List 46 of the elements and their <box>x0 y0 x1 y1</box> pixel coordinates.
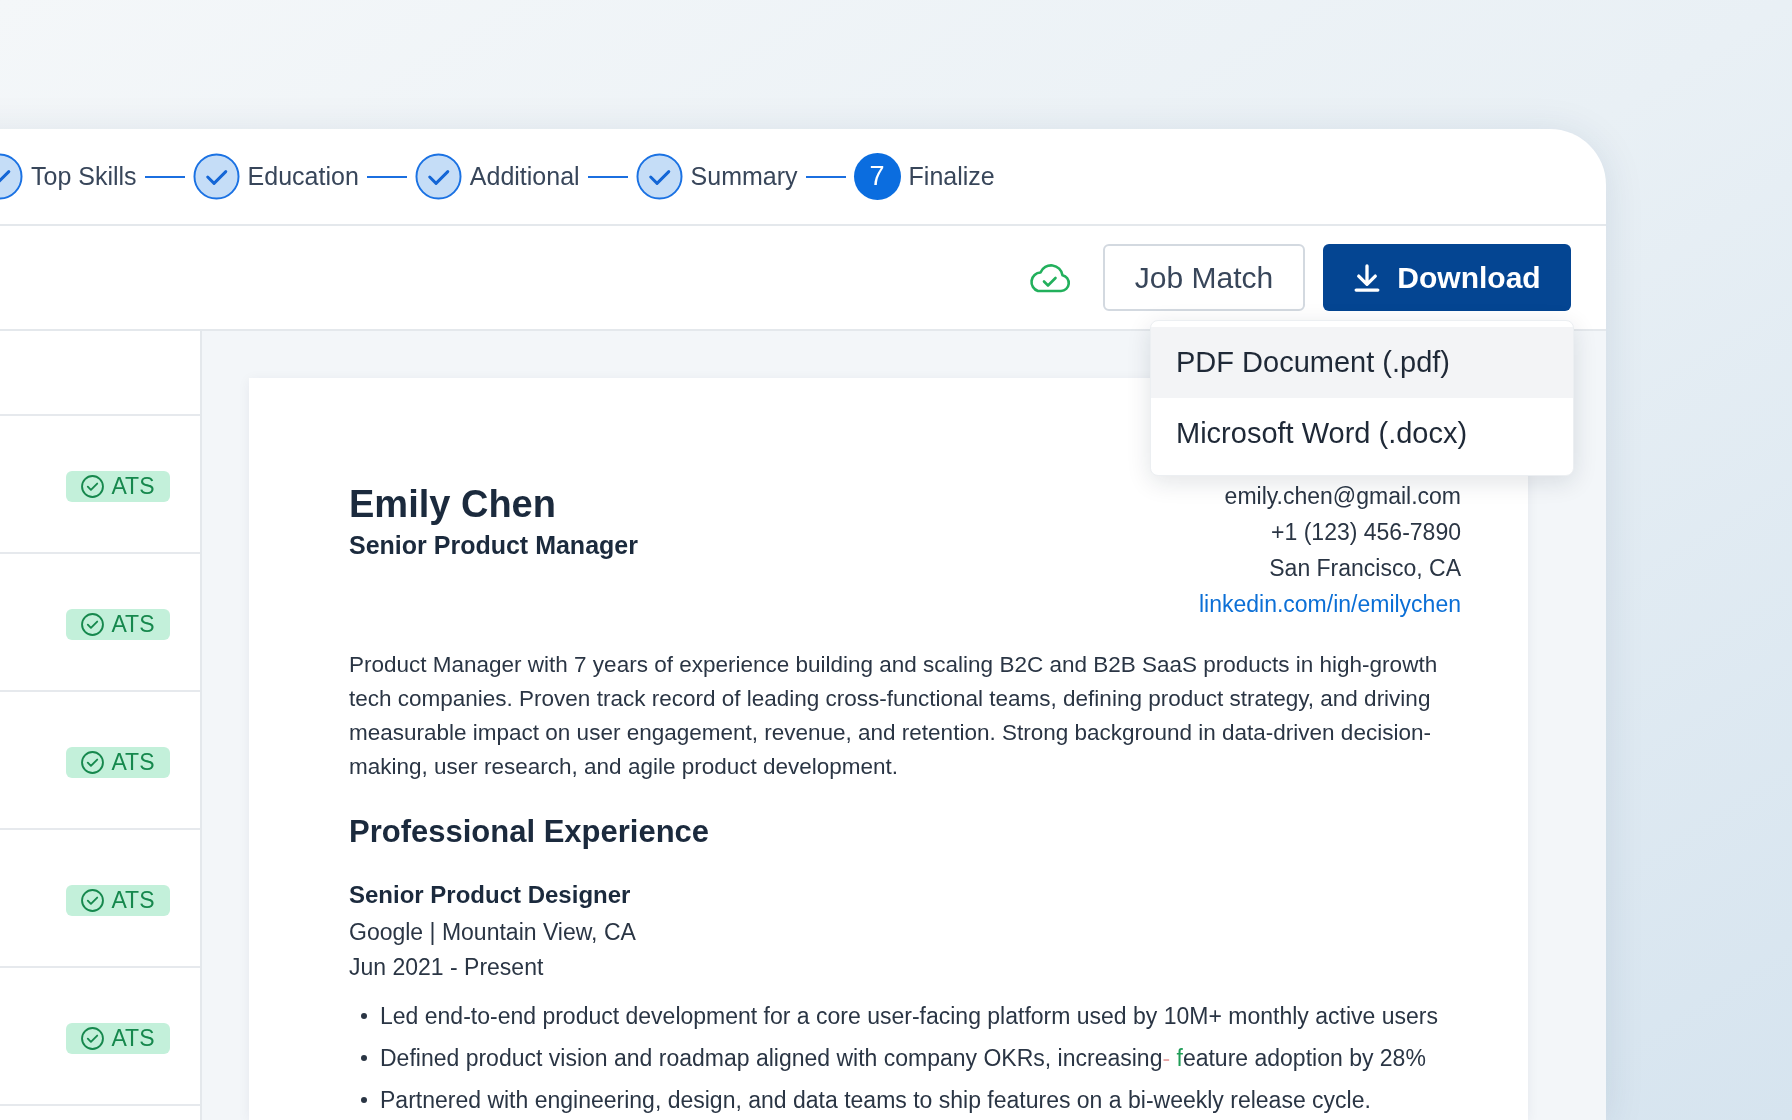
badge-label: ATS <box>111 1026 155 1050</box>
step-connector <box>144 175 185 178</box>
step-check-icon[interactable] <box>192 153 240 200</box>
contact-text: emily.chen@gmail.com <box>1224 482 1461 511</box>
step-connector <box>366 175 407 178</box>
summary-paragraph: Product Manager with 7 years of experience building and scaling B2C and B2B SaaS products in high-growth tech companies. Proven track record of leading cross-functional teams, defining product strategy, and driving measurable impact on user engagement, revenue, and retention. Strong background in data-driven decision-making, user research, and agile product development. <box>349 651 1439 781</box>
bullet-icon <box>361 1055 367 1061</box>
job-dates: Jun 2021 - Present <box>349 953 545 982</box>
step-label[interactable]: Finalize <box>908 157 995 196</box>
step-label[interactable]: Education <box>247 157 359 196</box>
cloud-check-icon <box>1028 261 1072 294</box>
badge-label: ATS <box>111 474 155 498</box>
bullet-icon <box>361 1013 367 1019</box>
company-location: Google | Mountain View, CA <box>349 918 637 947</box>
bullet-icon <box>361 1097 367 1103</box>
section-heading: Professional Experience <box>349 813 711 851</box>
menu-item[interactable]: Microsoft Word (.docx) <box>1151 398 1573 469</box>
check-circle-icon <box>81 888 105 912</box>
profile-link[interactable]: linkedin.com/in/emilychen <box>1198 586 1461 622</box>
check-circle-icon <box>81 612 105 636</box>
bullet-text: Led end-to-end product development for a core user-facing platform used by 10M+ monthly active users <box>380 1002 1438 1031</box>
step-label[interactable]: Top Skills <box>31 157 137 196</box>
step-check-icon[interactable] <box>414 153 462 200</box>
contact-text: +1 (123) 456-7890 <box>1271 518 1461 547</box>
check-circle-icon <box>81 750 105 774</box>
badge-label: ATS <box>111 750 155 774</box>
menu-item[interactable]: PDF Document (.pdf) <box>1151 327 1573 398</box>
resume-name: Emily Chen <box>349 482 557 526</box>
step-number[interactable]: 7 <box>853 153 901 200</box>
bullet-text: Partnered with engineering, design, and data teams to ship features on a bi-weekly release cycle. <box>380 1086 1371 1115</box>
job-match-button[interactable]: Job Match <box>1103 244 1305 311</box>
step-connector <box>805 175 846 178</box>
check-circle-icon <box>81 1026 105 1050</box>
step-label[interactable]: Additional <box>469 157 580 196</box>
badge-label: ATS <box>111 888 155 912</box>
contact-text: San Francisco, CA <box>1269 554 1461 583</box>
resume-title: Senior Product Manager <box>349 530 638 560</box>
step-check-icon[interactable] <box>635 153 683 200</box>
check-circle-icon <box>81 474 105 498</box>
badge-label: ATS <box>111 612 155 636</box>
step-connector <box>587 175 628 178</box>
step-label[interactable]: Summary <box>690 157 798 196</box>
download-button[interactable]: Download <box>1323 244 1571 311</box>
download-icon <box>1353 263 1382 292</box>
job-title: Senior Product Designer <box>349 880 632 910</box>
bullet-text: Defined product vision and roadmap aligned with company OKRs, increasing- feature adoption by 28% <box>380 1044 1426 1073</box>
